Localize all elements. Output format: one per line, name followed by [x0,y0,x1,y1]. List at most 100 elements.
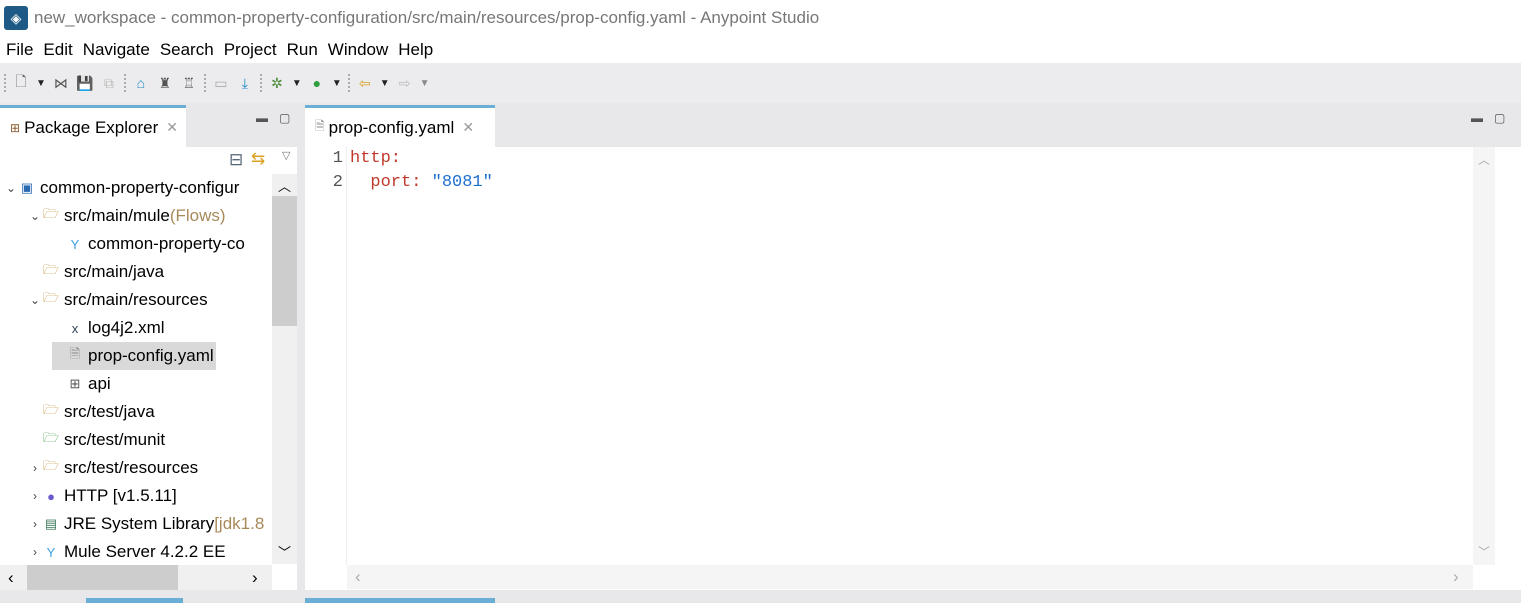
scroll-left-icon[interactable]: ‹ [8,568,14,588]
chevron-right-icon[interactable]: › [28,517,42,531]
tree-item-label: Mule Server 4.2.2 EE [64,542,226,561]
scroll-up-icon[interactable]: ︿ [278,176,291,195]
close-icon[interactable]: ✕ [462,119,474,136]
minimize-icon[interactable]: ▬ [256,111,268,125]
scroll-right-icon[interactable]: › [252,568,258,588]
editor-vertical-scrollbar[interactable]: ︿ ﹀ [1473,147,1495,565]
debug-dropdown[interactable]: ▼ [292,78,302,89]
package-explorer-panel: ⊞ Package Explorer ✕ ▬ ▢ ⊟ ⇆ ▽ ⌄ ▣ common-… [0,105,297,590]
chevron-right-icon[interactable]: › [28,545,42,559]
scroll-left-icon[interactable]: ‹ [355,567,361,587]
raml-file-icon: 🗎 [315,119,325,133]
tree-item-decoration: [jdk1.8 [214,514,265,533]
mule-icon[interactable]: ♜ [156,74,174,92]
tree-item[interactable]: › ● HTTP [v1.5.11] [28,482,177,510]
munit-folder-icon: 🗁 [42,430,60,445]
chevron-down-icon[interactable]: ⌄ [28,209,42,223]
run-icon[interactable]: ● [308,74,326,92]
tree-item-label: src/test/resources [64,458,199,477]
horizontal-scrollbar[interactable]: ‹ › [0,565,272,590]
chevron-right-icon[interactable]: › [28,461,42,475]
minimize-icon[interactable]: ▬ [1471,111,1483,125]
menu-search[interactable]: Search [160,40,214,60]
package-explorer-icon: ⊞ [10,120,21,135]
save-icon[interactable]: 💾 [76,74,94,92]
editor-horizontal-scrollbar[interactable]: ‹ › [347,565,1473,589]
code-editor[interactable]: 1 http: 2 port: "8081" [305,147,1473,565]
tree-item[interactable]: ⌄ ▣ common-property-configur [4,174,239,202]
window-title: new_workspace - common-property-configur… [34,8,820,27]
tab-prop-config-yaml[interactable]: 🗎 prop-config.yaml ✕ [305,105,495,147]
chevron-down-icon[interactable]: ⌄ [28,293,42,307]
tab-label: Package Explorer [24,117,159,137]
view-menu-icon[interactable]: ▽ [282,149,290,162]
tree-item[interactable]: Ycommon-property-co [52,230,245,258]
package-folder-icon: 🗁 [42,402,60,417]
run-dropdown[interactable]: ▼ [332,78,342,89]
collapse-all-icon[interactable]: ⊟ [229,150,243,170]
chevron-right-icon[interactable]: › [28,489,42,503]
tree-item[interactable]: 🗁 src/test/munit [28,426,165,454]
http-connector-icon: ● [47,488,55,504]
maximize-icon[interactable]: ▢ [279,111,290,125]
forward-dropdown[interactable]: ▼ [420,78,430,89]
tree-item-label: src/main/mule [64,206,170,225]
tree-item-label: api [88,374,111,393]
chevron-down-icon[interactable]: ⌄ [4,181,18,195]
anypoint-logo-icon: ◈ [4,6,28,30]
import-icon[interactable]: ⤓ [236,74,254,92]
menu-file[interactable]: File [6,40,33,60]
raml-file-icon: 🗎 [69,346,81,361]
close-icon[interactable]: ✕ [166,119,178,136]
tree-item[interactable]: ⌄ 🗁 src/main/mule (Flows) [28,202,226,230]
tree-item-label: src/test/java [64,402,155,421]
tree-item[interactable]: ⊞ api [52,370,111,398]
menu-window[interactable]: Window [328,40,388,60]
java-icon[interactable]: ♖ [180,74,198,92]
tree-item[interactable]: x log4j2.xml [52,314,165,342]
io-icon[interactable]: ▭ [212,74,230,92]
tree-item-label: JRE System Library [64,514,215,533]
yaml-value: "8081" [431,173,493,192]
menu-navigate[interactable]: Navigate [83,40,150,60]
vertical-scrollbar[interactable]: ︿ ﹀ [272,174,297,564]
tree-item-decoration: (Flows) [169,206,226,225]
mule-link-icon[interactable]: ⋈ [52,74,70,92]
menu-run[interactable]: Run [287,40,318,60]
new-dropdown[interactable]: ▼ [36,78,46,89]
tree-item[interactable]: › Y Mule Server 4.2.2 EE [28,538,226,566]
tree-item[interactable]: › ▤ JRE System Library [jdk1.8 [28,510,264,538]
tree-item-label: src/main/java [64,262,165,281]
save-all-icon[interactable]: ⧉ [100,74,118,92]
scroll-down-icon[interactable]: ﹀ [1478,543,1490,560]
tab-package-explorer[interactable]: ⊞ Package Explorer ✕ [0,105,186,147]
scroll-thumb[interactable] [27,565,178,590]
line-number: 1 [332,149,343,168]
scroll-thumb[interactable] [272,196,297,326]
exchange-icon[interactable]: ⌂ [132,74,150,92]
scroll-down-icon[interactable]: ﹀ [278,542,291,561]
code-line: port: "8081" [350,173,493,192]
back-icon[interactable]: ⇦ [356,74,374,92]
tree-item[interactable]: › 🗁 src/test/resources [28,454,198,482]
link-with-editor-icon[interactable]: ⇆ [251,149,265,169]
new-icon[interactable]: 🗋 [12,73,30,92]
title-bar: ◈ new_workspace - common-property-config… [0,0,1521,36]
yaml-key: http: [350,149,402,168]
back-dropdown[interactable]: ▼ [380,78,390,89]
tree-item[interactable]: 🗁 src/test/java [28,398,155,426]
menu-project[interactable]: Project [224,40,277,60]
menu-edit[interactable]: Edit [43,40,72,60]
tree-item[interactable]: 🗁 src/main/java [28,258,164,286]
forward-icon[interactable]: ⇨ [396,74,414,92]
tab-label: prop-config.yaml [328,117,455,137]
scroll-right-icon[interactable]: › [1453,567,1459,587]
maximize-icon[interactable]: ▢ [1494,111,1505,125]
scroll-up-icon[interactable]: ︿ [1478,151,1490,168]
package-icon: ⊞ [69,376,81,391]
menu-help[interactable]: Help [398,40,433,60]
tree-item[interactable]: 🗎 prop-config.yaml [52,342,216,370]
xml-file-icon: x [71,320,79,336]
tree-item[interactable]: ⌄ 🗁 src/main/resources [28,286,208,314]
debug-icon[interactable]: ✲ [268,74,286,92]
